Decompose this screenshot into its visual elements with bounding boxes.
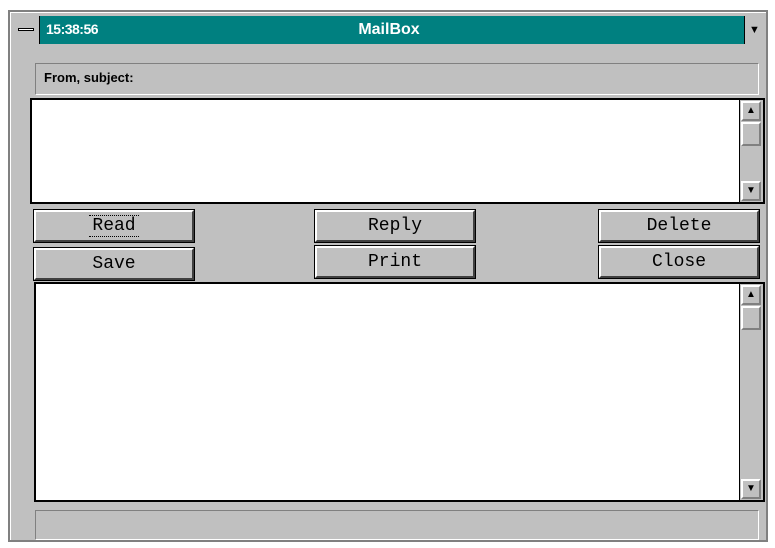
print-button[interactable]: Print [315,246,475,278]
delete-button-label: Delete [646,216,712,236]
close-button-label: Close [651,252,706,272]
message-body-scrollbar[interactable]: ▲ ▼ [739,284,763,500]
scroll-up-button[interactable]: ▲ [741,101,761,121]
window-title: MailBox [358,21,420,38]
dropdown-arrow-icon: ▼ [749,24,760,36]
mailbox-window: 15:38:56 MailBox ▼ From, subject: ▲ ▼ Re… [8,10,768,542]
close-button[interactable]: Close [599,246,759,278]
scroll-down-button[interactable]: ▼ [741,181,761,201]
save-button-label: Save [92,254,136,274]
read-button[interactable]: Read [34,210,194,242]
scroll-up-button[interactable]: ▲ [741,285,761,305]
status-bar [35,510,759,540]
from-subject-label: From, subject: [44,70,134,85]
scroll-thumb[interactable] [741,306,761,330]
print-button-label: Print [367,252,422,272]
arrow-up-icon: ▲ [746,105,756,116]
delete-button[interactable]: Delete [599,210,759,242]
message-body[interactable]: ▲ ▼ [34,282,765,502]
save-button[interactable]: Save [34,248,194,280]
arrow-up-icon: ▲ [746,289,756,300]
read-button-label: Read [89,215,139,237]
arrow-down-icon: ▼ [746,483,756,494]
reply-button[interactable]: Reply [315,210,475,242]
scroll-thumb[interactable] [741,122,761,146]
scroll-down-button[interactable]: ▼ [741,479,761,499]
arrow-down-icon: ▼ [746,185,756,196]
reply-button-label: Reply [367,216,422,236]
title-bar: 15:38:56 MailBox ▼ [14,16,764,44]
message-list-scrollbar[interactable]: ▲ ▼ [739,100,763,202]
from-subject-header: From, subject: [35,63,759,95]
window-dropdown-button[interactable]: ▼ [744,16,764,44]
message-list[interactable]: ▲ ▼ [30,98,765,204]
